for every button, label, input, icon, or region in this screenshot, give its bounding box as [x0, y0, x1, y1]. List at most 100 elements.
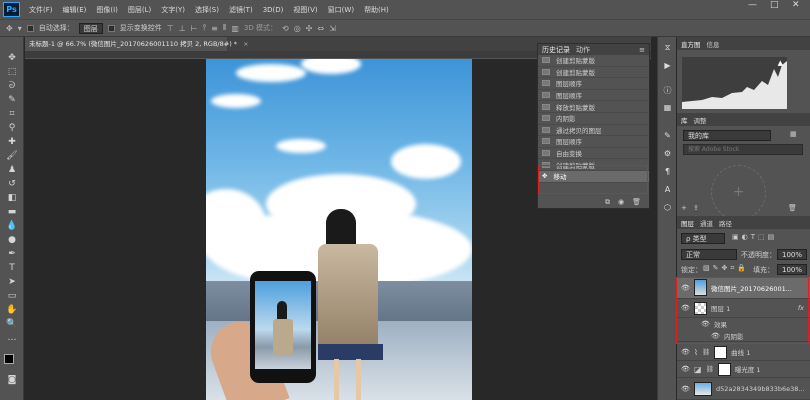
- close-window-button[interactable]: ✕: [792, 0, 800, 10]
- history-item[interactable]: 图层顺序: [538, 78, 649, 90]
- layer-filter-dropdown[interactable]: ρ 类型: [681, 233, 725, 244]
- menu-type[interactable]: 文字(Y): [156, 5, 190, 15]
- eye-icon[interactable]: 👁: [681, 365, 690, 373]
- 3d-roll-icon[interactable]: ◎: [294, 24, 301, 33]
- dodge-tool-icon[interactable]: ●: [5, 234, 19, 247]
- eyedropper-icon[interactable]: ⚲: [5, 122, 19, 135]
- layer-filter-icons[interactable]: ▣◐T⬚▤: [732, 233, 777, 241]
- quick-mask-icon[interactable]: ◙: [5, 374, 19, 387]
- align-middle-icon[interactable]: ⊥: [179, 24, 186, 33]
- lasso-tool-icon[interactable]: ᘐ: [5, 80, 19, 93]
- tab-layers[interactable]: 图层: [681, 218, 694, 228]
- trash-icon[interactable]: 🗑: [632, 198, 641, 206]
- healing-brush-icon[interactable]: ✚: [5, 136, 19, 149]
- path-select-icon[interactable]: ➤: [5, 276, 19, 289]
- properties-icon[interactable]: ⚙: [661, 149, 674, 161]
- brush-tool-icon[interactable]: 🖌: [5, 150, 19, 163]
- distribute-h-icon[interactable]: ⦀: [223, 23, 227, 33]
- chevron-down-icon[interactable]: ▾: [18, 24, 22, 33]
- tab-histogram[interactable]: 直方图: [681, 39, 701, 49]
- library-dropdown[interactable]: 我的库: [683, 130, 771, 141]
- menu-3d[interactable]: 3D(D): [258, 6, 289, 14]
- paragraph-icon[interactable]: ¶: [661, 167, 674, 179]
- history-item[interactable]: 内阴影: [538, 113, 649, 125]
- gradient-tool-icon[interactable]: ▬: [5, 206, 19, 219]
- document-image[interactable]: [206, 59, 472, 400]
- 3d-slide-icon[interactable]: ⇔: [317, 24, 324, 33]
- rectangle-tool-icon[interactable]: ▭: [5, 290, 19, 303]
- history-item[interactable]: 释放剪贴蒙版: [538, 101, 649, 113]
- layer-row[interactable]: 👁 d52a2834349b833b6e38...: [677, 378, 810, 400]
- menu-filter[interactable]: 滤镜(T): [224, 5, 258, 15]
- history-item[interactable]: 通过拷贝的图层: [538, 125, 649, 137]
- history-item[interactable]: 创建剪贴蒙版: [538, 55, 649, 67]
- blend-mode-dropdown[interactable]: 正常: [681, 249, 737, 260]
- quick-select-icon[interactable]: ✎: [5, 94, 19, 107]
- blur-tool-icon[interactable]: 💧: [5, 220, 19, 233]
- tab-channels[interactable]: 通道: [700, 218, 713, 228]
- tab-actions[interactable]: 动作: [576, 45, 590, 55]
- add-library-icon[interactable]: +: [711, 165, 766, 220]
- history-item[interactable]: 图层顺序: [538, 136, 649, 148]
- align-center-icon[interactable]: ⫯: [203, 23, 206, 33]
- align-top-icon[interactable]: ⊤: [167, 24, 174, 33]
- type-tool-icon[interactable]: T: [5, 262, 19, 275]
- add-content-icon[interactable]: +: [681, 204, 687, 212]
- menu-layer[interactable]: 图层(L): [123, 5, 156, 15]
- history-item[interactable]: 创建剪贴蒙版: [538, 67, 649, 79]
- stock-search-input[interactable]: 搜索 Adobe Stock: [683, 144, 803, 155]
- layer-row[interactable]: 👁 ◪ ⛓ 曝光度 1: [677, 361, 810, 378]
- character-icon[interactable]: A: [661, 185, 674, 197]
- eye-icon[interactable]: 👁: [681, 385, 690, 393]
- layer-comps-icon[interactable]: ▦: [661, 103, 674, 115]
- menu-select[interactable]: 选择(S): [190, 5, 224, 15]
- info-icon[interactable]: ⓘ: [661, 85, 674, 97]
- tab-library[interactable]: 库: [681, 115, 688, 125]
- layer-row[interactable]: 👁 ⌇ ⛓ 曲线 1: [677, 344, 810, 361]
- stamp-tool-icon[interactable]: ♟: [5, 164, 19, 177]
- menu-window[interactable]: 窗口(W): [323, 5, 359, 15]
- history-item[interactable]: 图层顺序: [538, 90, 649, 102]
- panel-menu-icon[interactable]: ≡: [639, 46, 645, 54]
- history-item[interactable]: 自由变换: [538, 148, 649, 160]
- fill-input[interactable]: 100%: [777, 264, 807, 275]
- 3d-scale-icon[interactable]: ⇲: [329, 24, 336, 33]
- upload-icon[interactable]: ⇪: [693, 204, 699, 212]
- pen-tool-icon[interactable]: ✒: [5, 248, 19, 261]
- history-icon[interactable]: ⧖: [661, 43, 674, 55]
- warning-icon[interactable]: ▲: [778, 59, 783, 67]
- minimize-button[interactable]: —: [748, 0, 757, 10]
- menu-view[interactable]: 视图(V): [288, 5, 322, 15]
- eye-icon[interactable]: 👁: [681, 348, 690, 356]
- distribute-icon[interactable]: ≡: [211, 24, 218, 33]
- tool-presets-icon[interactable]: ⬡: [661, 203, 674, 215]
- menu-edit[interactable]: 编辑(E): [58, 5, 92, 15]
- menu-file[interactable]: 文件(F): [24, 5, 58, 15]
- lock-icons[interactable]: ▨✎✥⌗🔒: [703, 264, 749, 273]
- auto-select-dropdown[interactable]: 图层: [78, 22, 103, 34]
- auto-select-checkbox[interactable]: [26, 24, 34, 32]
- library-trash-icon[interactable]: 🗑: [788, 204, 797, 212]
- auto-align-icon[interactable]: ▥: [231, 24, 239, 33]
- tab-paths[interactable]: 路径: [719, 218, 732, 228]
- play-action-icon[interactable]: ▶: [661, 61, 674, 73]
- align-left-icon[interactable]: ⊢: [191, 24, 198, 33]
- more-tools-icon[interactable]: …: [5, 332, 19, 345]
- 3d-rotate-icon[interactable]: ⟲: [282, 24, 289, 33]
- maximize-button[interactable]: □: [770, 0, 779, 10]
- tab-history[interactable]: 历史记录: [542, 45, 570, 55]
- hand-tool-icon[interactable]: ✋: [5, 304, 19, 317]
- new-document-from-state-icon[interactable]: ⧉: [605, 198, 610, 207]
- move-tool-icon[interactable]: ✥: [5, 52, 19, 65]
- marquee-tool-icon[interactable]: ⬚: [5, 66, 19, 79]
- tab-info[interactable]: 信息: [707, 39, 720, 49]
- crop-tool-icon[interactable]: ⌗: [5, 108, 19, 121]
- 3d-pan-icon[interactable]: ✣: [306, 24, 313, 33]
- history-brush-icon[interactable]: ↺: [5, 178, 19, 191]
- menu-help[interactable]: 帮助(H): [359, 5, 394, 15]
- document-tab[interactable]: 未标题-1 @ 66.7% (微信图片_20170626001110 拷贝 2,…: [25, 37, 249, 51]
- eraser-tool-icon[interactable]: ◧: [5, 192, 19, 205]
- grid-view-icon[interactable]: ▦: [790, 130, 797, 138]
- show-transform-checkbox[interactable]: [107, 24, 115, 32]
- brush-presets-icon[interactable]: ✎: [661, 131, 674, 143]
